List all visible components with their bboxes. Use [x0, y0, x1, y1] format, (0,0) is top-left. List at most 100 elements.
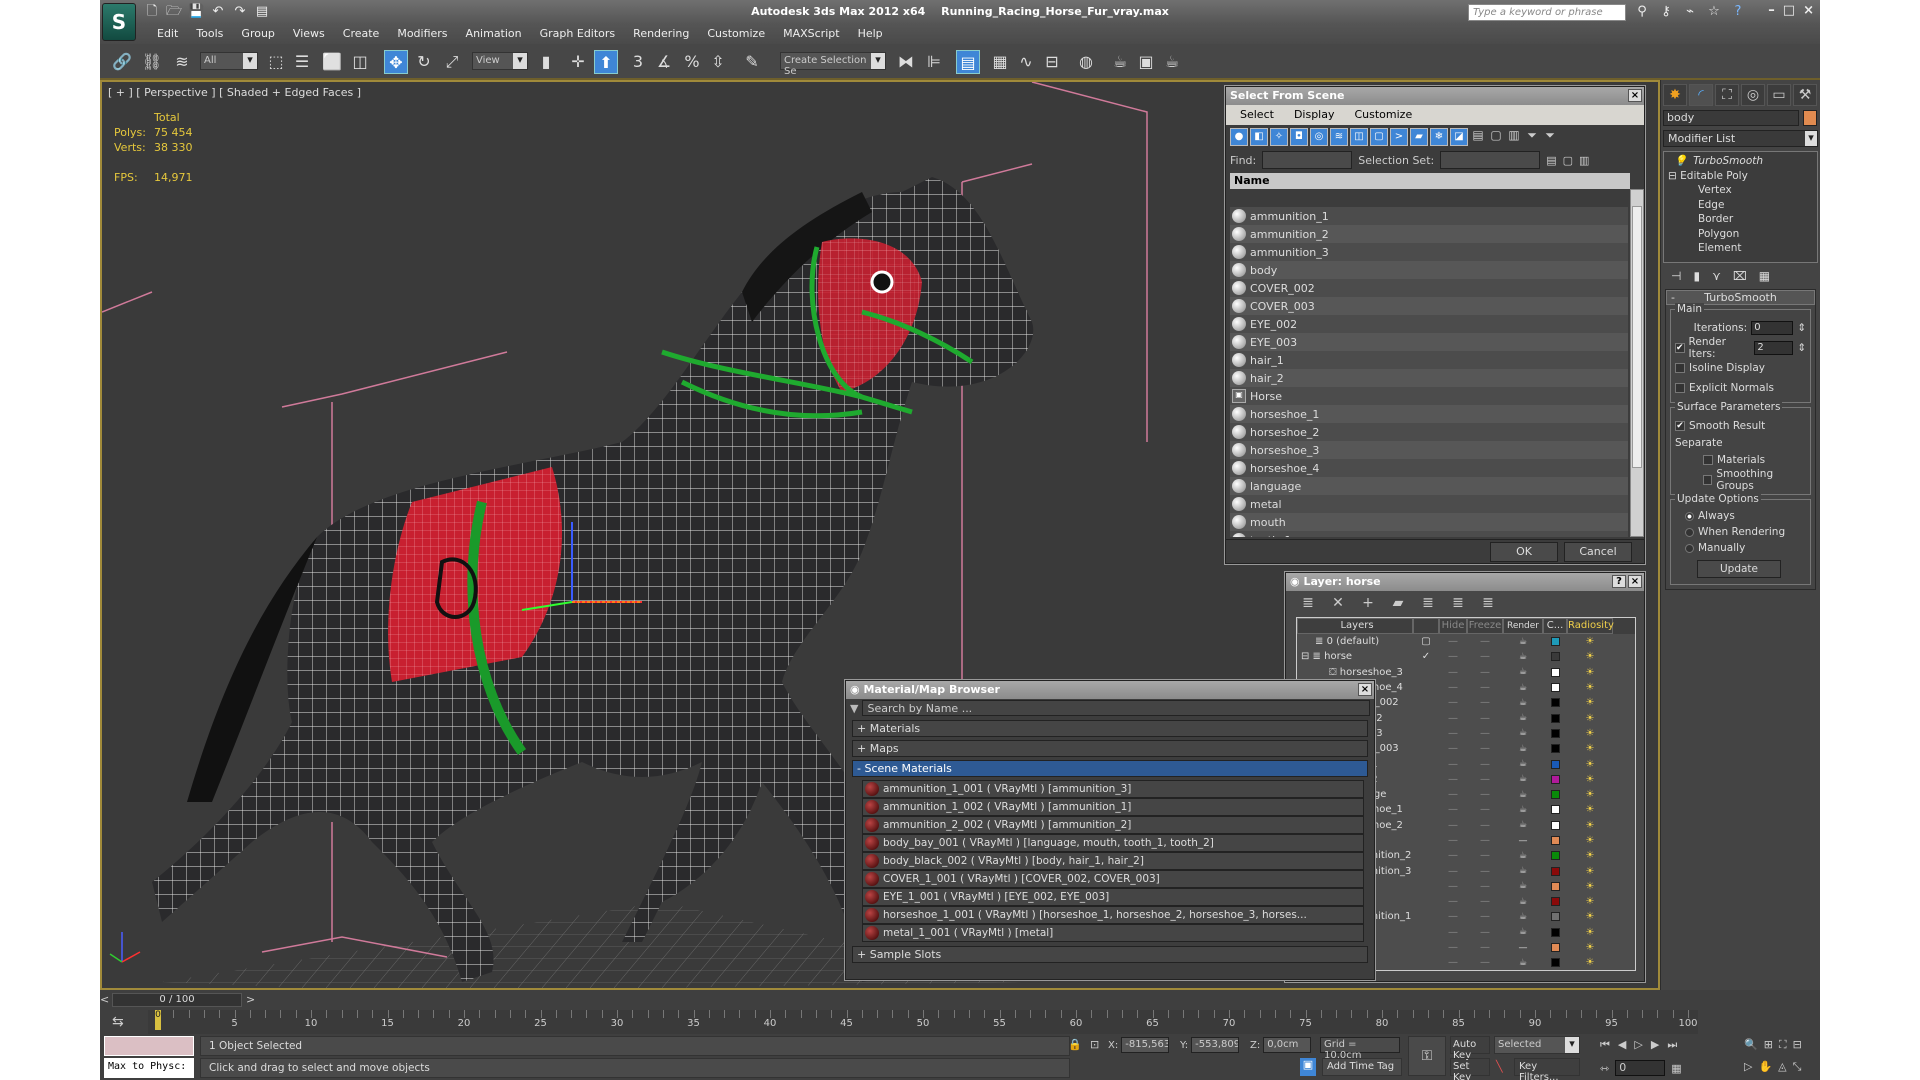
- scene-object-row[interactable]: metal: [1230, 495, 1628, 513]
- teapot-render-icon[interactable]: ☕: [1503, 927, 1543, 937]
- teapot-render-icon[interactable]: ☕: [1503, 851, 1543, 861]
- menu-rendering[interactable]: Rendering: [624, 27, 698, 40]
- current-frame-marker[interactable]: 0: [155, 1010, 161, 1030]
- scene-object-row[interactable]: ammunition_3: [1230, 243, 1628, 261]
- go-to-end-icon[interactable]: ⏭: [1667, 1038, 1677, 1052]
- add-time-tag-button[interactable]: Add Time Tag: [1322, 1058, 1402, 1076]
- teapot-render-icon[interactable]: ☕: [1503, 912, 1543, 922]
- hierarchy-tab-icon[interactable]: ⛶: [1715, 84, 1739, 106]
- menu-customize[interactable]: Customize: [698, 27, 774, 40]
- smooth-result-checkbox[interactable]: ✔: [1675, 421, 1685, 431]
- reference-coordinate-dropdown[interactable]: View: [472, 52, 528, 70]
- menu-help[interactable]: Help: [849, 27, 892, 40]
- remove-modifier-icon[interactable]: ⌧: [1733, 269, 1747, 283]
- maximize-button[interactable]: □: [1783, 3, 1795, 18]
- freeze-toggle[interactable]: —: [1467, 896, 1503, 907]
- hide-toggle[interactable]: —: [1439, 743, 1467, 754]
- teapot-render-icon[interactable]: ☕: [1503, 866, 1543, 876]
- layer-row[interactable]: ≣ 0 (default) ▢ — — ☕ ☀: [1297, 634, 1635, 649]
- radiosity-sun-icon[interactable]: ☀: [1567, 911, 1613, 922]
- hide-toggle[interactable]: —: [1439, 697, 1467, 708]
- maxscript-listener-input[interactable]: Max to Physc:: [104, 1058, 194, 1078]
- radiosity-sun-icon[interactable]: ☀: [1567, 697, 1613, 708]
- add-to-layer-icon[interactable]: +: [1360, 595, 1376, 611]
- go-to-start-icon[interactable]: ⏮: [1600, 1038, 1610, 1052]
- radiosity-sun-icon[interactable]: ☀: [1567, 651, 1613, 662]
- teapot-render-icon[interactable]: ☕: [1503, 744, 1543, 754]
- zoom-extents-all-icon[interactable]: ⊟: [1793, 1038, 1802, 1052]
- layer-color-swatch[interactable]: [1543, 820, 1567, 830]
- window-crossing-icon[interactable]: ◫: [348, 50, 372, 74]
- filter-funnel-icon[interactable]: ⏷: [1524, 128, 1540, 146]
- scene-object-row[interactable]: hair_2: [1230, 369, 1628, 387]
- radiosity-sun-icon[interactable]: ☀: [1567, 789, 1613, 800]
- zoom-extents-icon[interactable]: ⛶: [1779, 1038, 1787, 1052]
- geometry-filter-icon[interactable]: ●: [1230, 128, 1248, 146]
- radiosity-sun-icon[interactable]: ☀: [1567, 774, 1613, 785]
- hide-toggle[interactable]: —: [1439, 651, 1467, 662]
- menu-edit[interactable]: Edit: [148, 27, 187, 40]
- radiosity-sun-icon[interactable]: ☀: [1567, 957, 1613, 968]
- z-coordinate-field[interactable]: 0,0cm: [1263, 1037, 1312, 1053]
- scene-material-item[interactable]: body_black_002 ( VRayMtl ) [body, hair_1…: [862, 852, 1364, 870]
- close-dialog-button[interactable]: ×: [1358, 683, 1372, 696]
- hide-toggle[interactable]: —: [1439, 957, 1467, 968]
- layer-row[interactable]: ⛋ horseshoe_3— — ☕ ☀: [1297, 665, 1635, 680]
- radiosity-sun-icon[interactable]: ☀: [1567, 682, 1613, 693]
- scene-object-row[interactable]: ammunition_1: [1230, 207, 1628, 225]
- hide-toggle[interactable]: —: [1439, 866, 1467, 877]
- teapot-render-icon[interactable]: ☕: [1503, 881, 1543, 891]
- scene-object-row[interactable]: body: [1230, 261, 1628, 279]
- time-tag-icon[interactable]: ▣: [1300, 1058, 1316, 1076]
- menu-create[interactable]: Create: [334, 27, 389, 40]
- radiosity-sun-icon[interactable]: ☀: [1567, 743, 1613, 754]
- pin-stack-icon[interactable]: ⊣: [1671, 269, 1681, 283]
- hide-toggle[interactable]: —: [1439, 804, 1467, 815]
- layer-color-swatch[interactable]: [1543, 713, 1567, 723]
- menu-views[interactable]: Views: [284, 27, 334, 40]
- update-when-rendering-radio[interactable]: [1685, 527, 1694, 537]
- layer-manager-icon[interactable]: ▤: [956, 50, 980, 74]
- xrefs-filter-icon[interactable]: ▢: [1370, 128, 1388, 146]
- selection-set-dropdown[interactable]: [1440, 151, 1541, 169]
- current-layer-toggle[interactable]: ▢: [1413, 636, 1439, 647]
- render-off-toggle[interactable]: —: [1503, 943, 1543, 953]
- layer-color-swatch[interactable]: [1543, 881, 1567, 891]
- search-by-name-input[interactable]: Search by Name ...: [862, 700, 1370, 716]
- dialog-title-bar[interactable]: ◉ Layer: horse ? ×: [1286, 573, 1644, 591]
- dialog-title-bar[interactable]: Select From Scene ×: [1226, 87, 1644, 105]
- delete-layer-icon[interactable]: ✕: [1330, 595, 1346, 611]
- set-key-button[interactable]: Set Key: [1450, 1058, 1490, 1080]
- key-icon[interactable]: ⚷: [1658, 4, 1674, 19]
- radiosity-sun-icon[interactable]: ☀: [1567, 866, 1613, 877]
- display-invert-icon[interactable]: ▥: [1506, 128, 1522, 146]
- shapes-filter-icon[interactable]: ◧: [1250, 128, 1268, 146]
- scene-object-row[interactable]: horseshoe_3: [1230, 441, 1628, 459]
- freeze-toggle[interactable]: —: [1467, 866, 1503, 877]
- pan-view-icon[interactable]: ✋: [1758, 1060, 1772, 1074]
- teapot-render-icon[interactable]: ☕: [1503, 728, 1543, 738]
- list-scrollbar[interactable]: [1630, 189, 1644, 537]
- freeze-toggle[interactable]: —: [1467, 927, 1503, 938]
- scene-object-row[interactable]: EYE_003: [1230, 333, 1628, 351]
- stack-subobject-element[interactable]: Element: [1668, 241, 1813, 256]
- hide-toggle[interactable]: —: [1439, 942, 1467, 953]
- hide-toggle[interactable]: —: [1439, 759, 1467, 770]
- radiosity-sun-icon[interactable]: ☀: [1567, 942, 1613, 953]
- hide-toggle[interactable]: —: [1439, 927, 1467, 938]
- scene-material-item[interactable]: ammunition_2_002 ( VRayMtl ) [ammunition…: [862, 816, 1364, 834]
- freeze-toggle[interactable]: —: [1467, 835, 1503, 846]
- layer-color-swatch[interactable]: [1543, 637, 1567, 647]
- spinner-snap-icon[interactable]: ⇳: [706, 50, 730, 74]
- minimize-button[interactable]: –: [1768, 3, 1775, 18]
- hidden-filter-icon[interactable]: ◪: [1450, 128, 1468, 146]
- scene-material-item[interactable]: ammunition_1_001 ( VRayMtl ) [ammunition…: [862, 780, 1364, 798]
- freeze-toggle[interactable]: —: [1467, 713, 1503, 724]
- spinner-arrows-icon[interactable]: ⇕: [1797, 322, 1806, 334]
- column-header-current[interactable]: [1413, 618, 1439, 634]
- scene-material-item[interactable]: ammunition_1_002 ( VRayMtl ) [ammunition…: [862, 798, 1364, 816]
- freeze-toggle[interactable]: —: [1467, 636, 1503, 647]
- hide-toggle[interactable]: —: [1439, 713, 1467, 724]
- stack-subobject-vertex[interactable]: Vertex: [1668, 183, 1813, 198]
- hide-toggle[interactable]: —: [1439, 911, 1467, 922]
